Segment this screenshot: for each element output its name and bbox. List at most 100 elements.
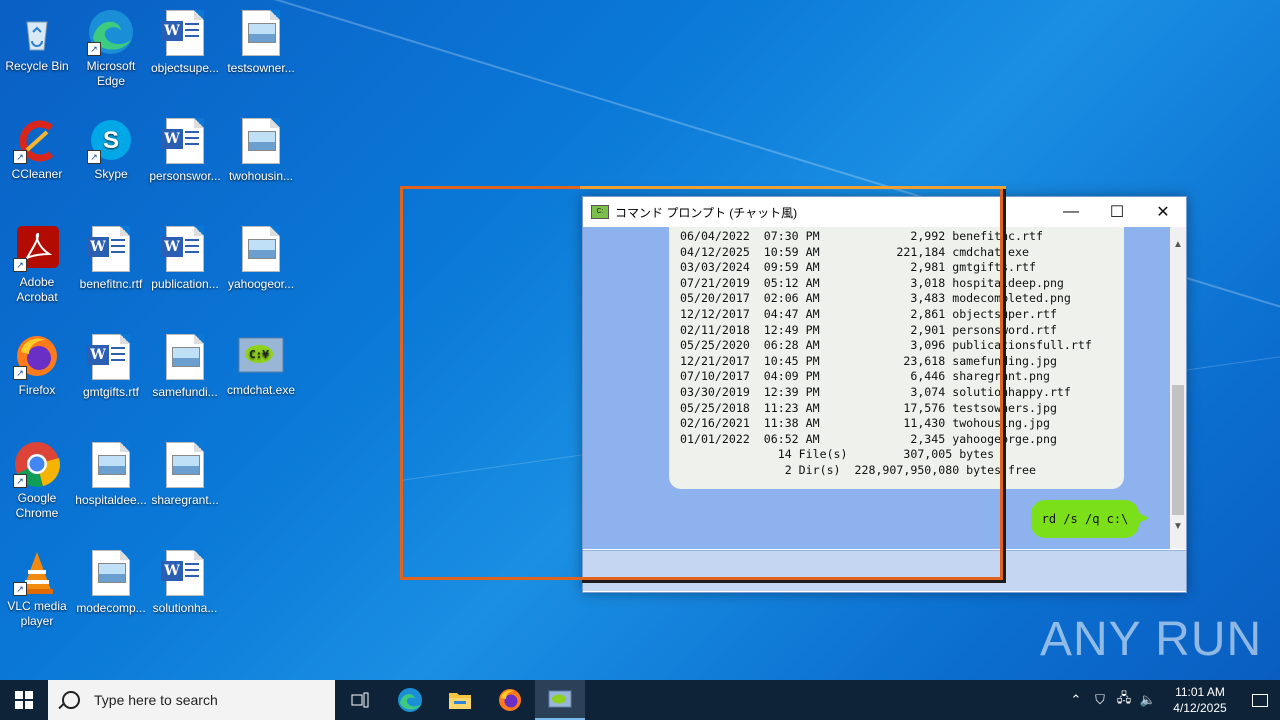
- desktop-icon-label: testsowner...: [227, 61, 295, 75]
- shortcut-arrow-icon: ↗: [87, 42, 101, 56]
- desktop-icon-yahoogeorge[interactable]: yahoogeor...: [224, 224, 298, 292]
- desktop-icon-recycle-bin[interactable]: Recycle Bin: [0, 8, 74, 74]
- notification-icon: [1252, 693, 1268, 707]
- ccleaner-icon: ↗: [13, 116, 61, 164]
- desktop-icon-hospitaldeep[interactable]: hospitaldee...: [74, 440, 148, 508]
- image-file-icon: [242, 118, 280, 164]
- maximize-button[interactable]: ☐: [1094, 197, 1140, 227]
- desktop-icon-label: samefundi...: [152, 385, 218, 399]
- shortcut-arrow-icon: ↗: [13, 474, 27, 488]
- chat-scrollbar[interactable]: ▲ ▼: [1170, 227, 1186, 549]
- desktop-icon-sharegrant[interactable]: sharegrant...: [148, 440, 222, 508]
- highlight-rectangle-edge: [580, 186, 1006, 189]
- desktop-icon-label: CCleaner: [11, 167, 63, 181]
- firefox-icon: [499, 689, 521, 711]
- edge-icon: ↗: [87, 8, 135, 56]
- desktop-icon-label: personswor...: [149, 169, 221, 183]
- notification-button[interactable]: [1240, 680, 1280, 720]
- desktop-icon-label: Recycle Bin: [5, 59, 69, 73]
- desktop-icon-ccleaner[interactable]: ↗ CCleaner: [0, 116, 74, 182]
- taskbar-firefox-button[interactable]: [485, 680, 535, 720]
- skype-icon: S ↗: [87, 116, 135, 164]
- cmdchat-app-icon: C:¥: [237, 332, 285, 380]
- taskbar-file-explorer-button[interactable]: [435, 680, 485, 720]
- desktop-icon-modecompleted[interactable]: modecomp...: [74, 548, 148, 616]
- folder-icon: [449, 693, 471, 709]
- desktop-icon-label: publication...: [151, 277, 219, 291]
- desktop-icon-label: twohousin...: [228, 169, 294, 183]
- image-file-icon: [92, 442, 130, 488]
- edge-icon: [398, 688, 422, 712]
- taskbar-clock[interactable]: 11:01 AM 4/12/2025: [1160, 684, 1240, 716]
- desktop-icon-adobe-acrobat[interactable]: ↗ Adobe Acrobat: [0, 224, 74, 305]
- scroll-up-arrow-icon[interactable]: ▲: [1170, 239, 1186, 250]
- svg-text:C:¥: C:¥: [249, 348, 269, 361]
- vlc-cone-icon: ↗: [13, 548, 61, 596]
- taskbar-edge-button[interactable]: [385, 680, 435, 720]
- anyrun-watermark: ANY RUN: [1040, 613, 1263, 666]
- desktop-icon-personsword[interactable]: W personswor...: [148, 116, 222, 184]
- svg-text:S: S: [103, 127, 119, 154]
- network-icon[interactable]: 🖧: [1112, 689, 1136, 711]
- taskbar-cmdchat-button[interactable]: [535, 680, 585, 720]
- desktop-icon-microsoft-edge[interactable]: ↗ Microsoft Edge: [74, 8, 148, 89]
- highlight-rectangle-black: [582, 188, 1006, 583]
- desktop-icon-cmdchat[interactable]: C:¥ cmdchat.exe: [224, 332, 298, 398]
- task-view-icon: [351, 692, 369, 708]
- desktop-icon-label: gmtgifts.rtf: [82, 385, 139, 399]
- desktop-icon-benefitnc[interactable]: W benefitnc.rtf: [74, 224, 148, 292]
- desktop-icon-label: Google Chrome: [15, 491, 59, 520]
- image-file-icon: [92, 550, 130, 596]
- user-message-bubble: rd /s /q c:\: [1031, 500, 1149, 538]
- scroll-down-arrow-icon[interactable]: ▼: [1170, 521, 1186, 532]
- desktop-icon-samefunding[interactable]: samefundi...: [148, 332, 222, 400]
- desktop-icon-gmtgifts[interactable]: W gmtgifts.rtf: [74, 332, 148, 400]
- desktop-icon-skype[interactable]: S ↗ Skype: [74, 116, 148, 182]
- recycle-bin-icon: [13, 8, 61, 56]
- desktop-icon-testsowners[interactable]: testsowner...: [224, 8, 298, 76]
- desktop-icon-twohousing[interactable]: twohousin...: [224, 116, 298, 184]
- desktop-icon-publicationsfull[interactable]: W publication...: [148, 224, 222, 292]
- search-icon: [62, 691, 80, 709]
- desktop-icon-label: Skype: [94, 167, 128, 181]
- desktop-icon-firefox[interactable]: ↗ Firefox: [0, 332, 74, 398]
- start-button[interactable]: [0, 680, 48, 720]
- firefox-icon: ↗: [13, 332, 61, 380]
- system-tray: ⌃ ⛉ 🖧 🔈 11:01 AM 4/12/2025: [1064, 680, 1280, 720]
- minimize-button[interactable]: —: [1048, 197, 1094, 227]
- desktop-icon-label: Microsoft Edge: [86, 59, 136, 88]
- desktop-icon-label: hospitaldee...: [75, 493, 147, 507]
- desktop-icon-label: objectsupe...: [150, 61, 220, 75]
- scroll-thumb[interactable]: [1172, 385, 1184, 515]
- image-file-icon: [166, 334, 204, 380]
- desktop-icon-label: sharegrant...: [151, 493, 219, 507]
- adobe-acrobat-icon: ↗: [13, 224, 61, 272]
- volume-icon[interactable]: 🔈: [1136, 692, 1160, 708]
- word-document-icon: W: [161, 10, 204, 56]
- image-file-icon: [166, 442, 204, 488]
- image-file-icon: [242, 10, 280, 56]
- desktop-icon-label: benefitnc.rtf: [79, 277, 143, 291]
- desktop-icon-solutionhappy[interactable]: W solutionha...: [148, 548, 222, 616]
- chevron-up-icon[interactable]: ⌃: [1064, 692, 1088, 708]
- taskbar: Type here to search ⌃ ⛉ 🖧 🔈 11:01 AM 4/1…: [0, 680, 1280, 720]
- shortcut-arrow-icon: ↗: [13, 366, 27, 380]
- word-document-icon: W: [87, 226, 130, 272]
- desktop-icon-objectsuper[interactable]: W objectsupe...: [148, 8, 222, 76]
- shortcut-arrow-icon: ↗: [87, 150, 101, 164]
- desktop-icon-google-chrome[interactable]: ↗ Google Chrome: [0, 440, 74, 521]
- desktop-icon-label: yahoogeor...: [227, 277, 295, 291]
- desktop-icon-label: solutionha...: [152, 601, 218, 615]
- desktop-icon-vlc[interactable]: ↗ VLC media player: [0, 548, 74, 629]
- desktop-icon-label: modecomp...: [76, 601, 146, 615]
- task-view-button[interactable]: [335, 680, 385, 720]
- desktop-icon-label: cmdchat.exe: [226, 383, 296, 397]
- windows-logo-icon: [15, 691, 33, 709]
- close-button[interactable]: ✕: [1140, 197, 1186, 227]
- word-document-icon: W: [87, 334, 130, 380]
- taskbar-search-box[interactable]: Type here to search: [48, 680, 335, 720]
- search-placeholder: Type here to search: [94, 692, 218, 708]
- shortcut-arrow-icon: ↗: [13, 582, 27, 596]
- clock-time: 11:01 AM: [1175, 685, 1225, 699]
- security-icon[interactable]: ⛉: [1088, 692, 1112, 708]
